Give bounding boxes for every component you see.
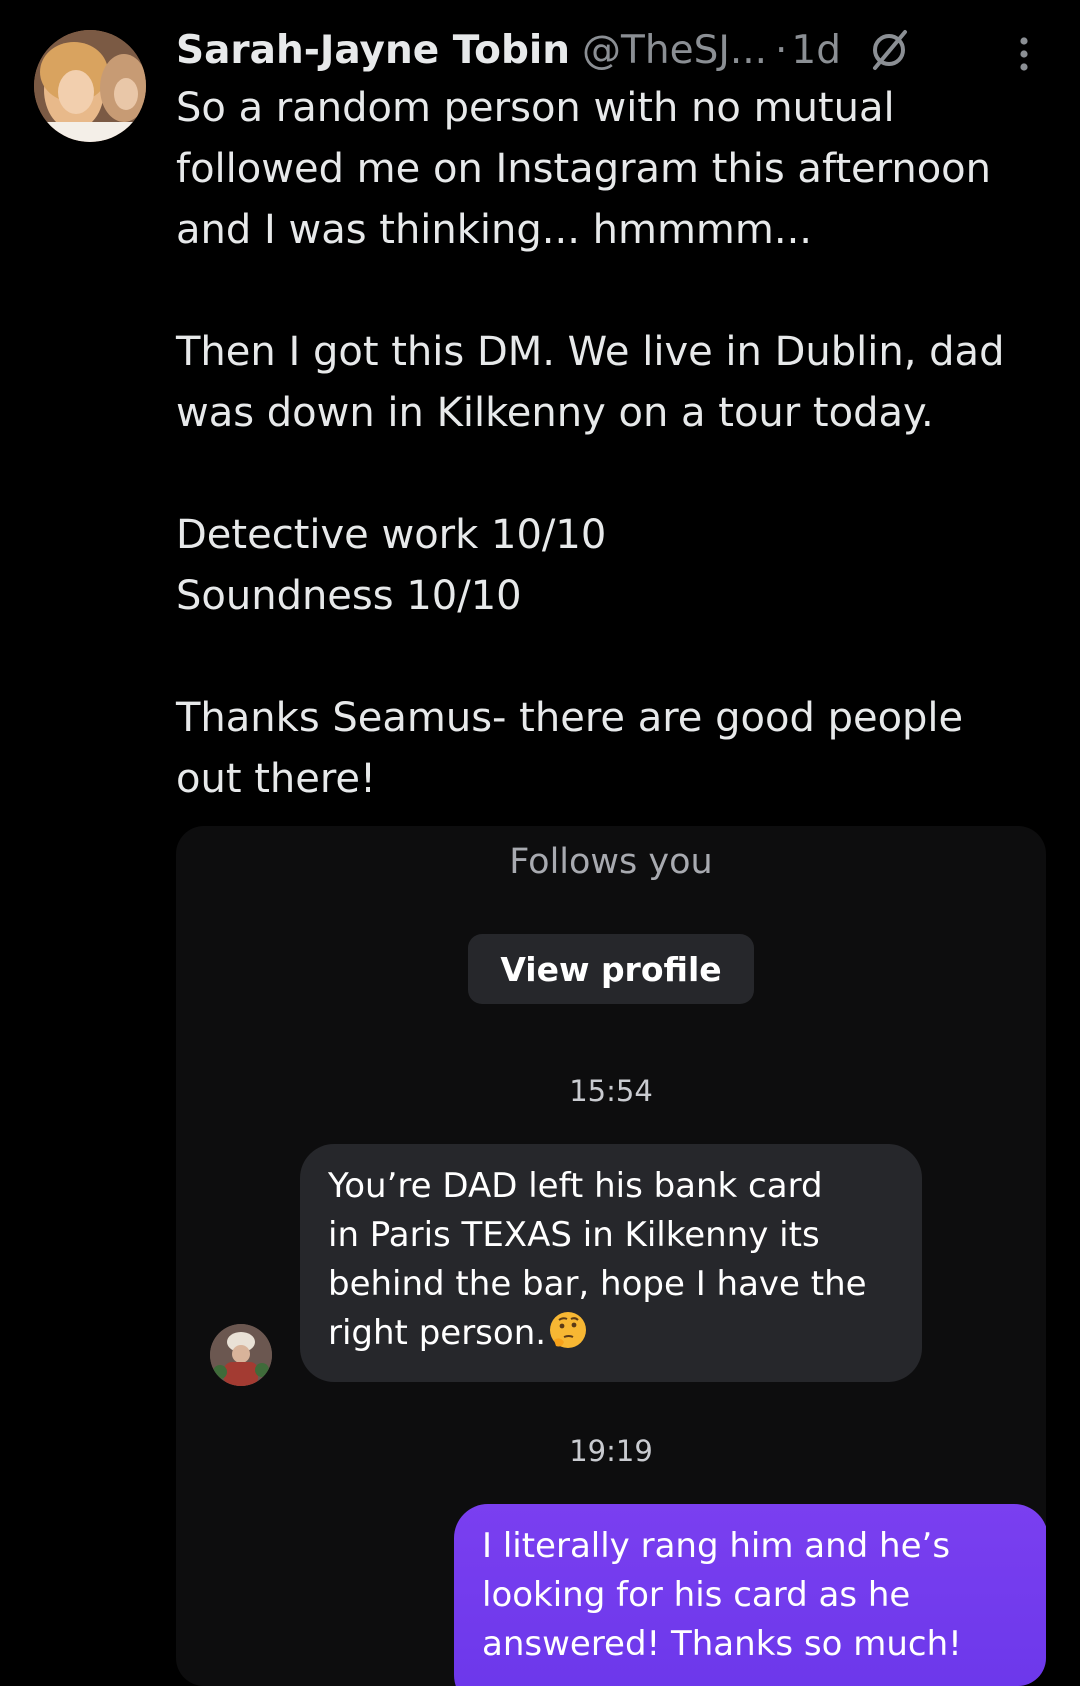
author-handle[interactable]: @TheSJ...	[582, 28, 767, 73]
tweet-paragraph: Thanks Seamus- there are good people out…	[176, 695, 964, 802]
tweet-paragraph: Detective work 10/10 Soundness 10/10	[176, 512, 607, 619]
incoming-message-text: You’re DAD left his bank card in Paris T…	[328, 1166, 867, 1353]
author-avatar[interactable]	[34, 30, 146, 142]
attached-dm-screenshot[interactable]: Follows you View profile 15:54 You’re DA…	[176, 826, 1046, 1686]
grok-icon[interactable]	[867, 28, 911, 72]
outgoing-message-bubble: I literally rang him and he’s looking fo…	[454, 1504, 1046, 1686]
message-timestamp: 19:19	[569, 1434, 653, 1468]
incoming-message-bubble: You’re DAD left his bank card in Paris T…	[300, 1144, 922, 1382]
follows-you-label: Follows you	[509, 842, 713, 882]
sender-avatar	[210, 1324, 272, 1386]
more-options-icon[interactable]	[1010, 34, 1038, 74]
tweet-paragraph: Then I got this DM. We live in Dublin, d…	[176, 329, 1005, 436]
tweet-body: So a random person with no mutual follow…	[176, 78, 1056, 810]
tweet-header: Sarah-Jayne Tobin @TheSJ... · 1d	[176, 22, 1056, 78]
message-timestamp: 15:54	[569, 1074, 653, 1108]
outgoing-message-text: I literally rang him and he’s looking fo…	[482, 1526, 962, 1664]
tweet-time[interactable]: 1d	[791, 28, 841, 73]
author-name[interactable]: Sarah-Jayne Tobin	[176, 28, 570, 73]
separator-dot: ·	[775, 27, 788, 73]
profile-photo-image	[34, 30, 146, 142]
view-profile-button: View profile	[468, 934, 754, 1004]
tweet-paragraph: So a random person with no mutual follow…	[176, 85, 991, 253]
thinking-face-emoji-icon	[548, 1310, 588, 1350]
